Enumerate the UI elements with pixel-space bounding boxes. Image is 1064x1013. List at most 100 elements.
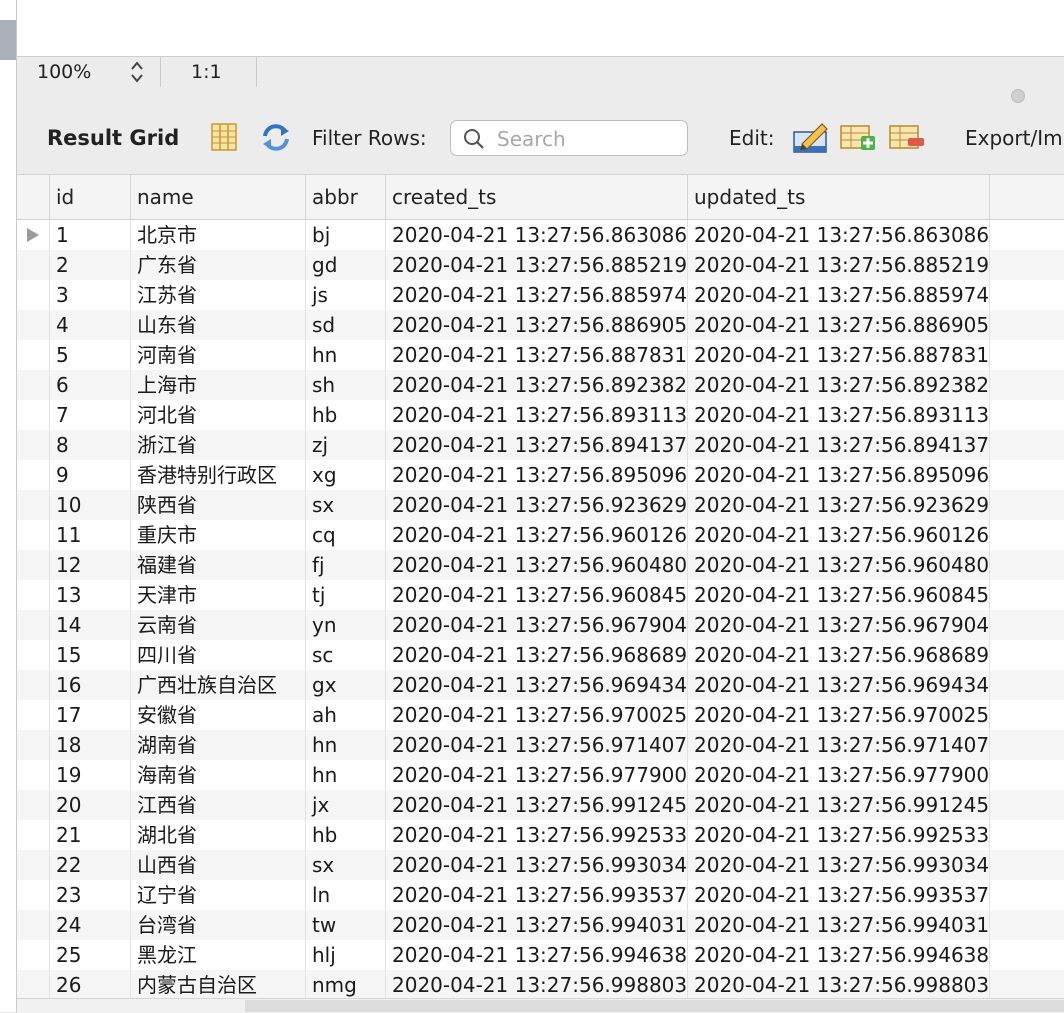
cell-updated-ts[interactable]: 2020-04-21 13:27:56.994638 [688,940,990,970]
cell-created-ts[interactable]: 2020-04-21 13:27:56.993034 [386,850,688,880]
scrollbar-thumb[interactable] [245,1000,1064,1012]
cell-created-ts[interactable]: 2020-04-21 13:27:56.969434 [386,670,688,700]
table-row[interactable]: 7 河北省 hb 2020-04-21 13:27:56.893113 2020-04-… [17,400,1064,430]
table-row[interactable]: 10 陕西省 sx 2020-04-21 13:27:56.923629 2020-04… [17,490,1064,520]
cell-created-ts[interactable]: 2020-04-21 13:27:56.960126 [386,520,688,550]
cell-updated-ts[interactable]: 2020-04-21 13:27:56.971407 [688,730,990,760]
row-marker[interactable] [17,700,50,730]
cell-id[interactable]: 23 [50,880,131,910]
cell-updated-ts[interactable]: 2020-04-21 13:27:56.967904 [688,610,990,640]
export-import-label[interactable]: Export/Im [965,126,1063,150]
form-view-icon[interactable] [209,122,239,156]
column-header-abbr[interactable]: abbr [306,175,386,219]
editor-area[interactable] [17,0,1064,57]
cell-name[interactable]: 台湾省 [131,910,306,940]
cell-updated-ts[interactable]: 2020-04-21 13:27:56.960480 [688,550,990,580]
table-row[interactable]: 18 湖南省 hn 2020-04-21 13:27:56.971407 2020-04… [17,730,1064,760]
cell-abbr[interactable]: yn [306,610,386,640]
cell-created-ts[interactable]: 2020-04-21 13:27:56.895096 [386,460,688,490]
cell-abbr[interactable]: sx [306,490,386,520]
cell-updated-ts[interactable]: 2020-04-21 13:27:56.960845 [688,580,990,610]
cell-created-ts[interactable]: 2020-04-21 13:27:56.971407 [386,730,688,760]
cell-updated-ts[interactable]: 2020-04-21 13:27:56.969434 [688,670,990,700]
cell-updated-ts[interactable]: 2020-04-21 13:27:56.923629 [688,490,990,520]
cell-abbr[interactable]: hlj [306,940,386,970]
table-row[interactable]: 19 海南省 hn 2020-04-21 13:27:56.977900 2020-04… [17,760,1064,790]
cell-name[interactable]: 北京市 [131,220,306,250]
table-row[interactable]: 1 北京市 bj 2020-04-21 13:27:56.863086 2020-04-… [17,220,1064,250]
table-row[interactable]: 25 黑龙江 hlj 2020-04-21 13:27:56.994638 2020-0… [17,940,1064,970]
row-marker[interactable] [17,580,50,610]
cell-updated-ts[interactable]: 2020-04-21 13:27:56.895096 [688,460,990,490]
cell-id[interactable]: 2 [50,250,131,280]
cell-abbr[interactable]: fj [306,550,386,580]
row-marker[interactable] [17,520,50,550]
cell-abbr[interactable]: tj [306,580,386,610]
cell-created-ts[interactable]: 2020-04-21 13:27:56.923629 [386,490,688,520]
cell-name[interactable]: 河南省 [131,340,306,370]
cell-created-ts[interactable]: 2020-04-21 13:27:56.968689 [386,640,688,670]
row-marker[interactable] [17,670,50,700]
cell-created-ts[interactable]: 2020-04-21 13:27:56.886905 [386,310,688,340]
cell-created-ts[interactable]: 2020-04-21 13:27:56.885974 [386,280,688,310]
cell-abbr[interactable]: xg [306,460,386,490]
cell-created-ts[interactable]: 2020-04-21 13:27:56.885219 [386,250,688,280]
zoom-ratio[interactable]: 1:1 [191,61,222,83]
table-row[interactable]: 11 重庆市 cq 2020-04-21 13:27:56.960126 2020-04… [17,520,1064,550]
cell-abbr[interactable]: tw [306,910,386,940]
cell-name[interactable]: 天津市 [131,580,306,610]
cell-id[interactable]: 9 [50,460,131,490]
table-row[interactable]: 21 湖北省 hb 2020-04-21 13:27:56.992533 2020-04… [17,820,1064,850]
cell-name[interactable]: 四川省 [131,640,306,670]
cell-abbr[interactable]: bj [306,220,386,250]
cell-updated-ts[interactable]: 2020-04-21 13:27:56.994031 [688,910,990,940]
cell-id[interactable]: 17 [50,700,131,730]
cell-updated-ts[interactable]: 2020-04-21 13:27:56.886905 [688,310,990,340]
cell-id[interactable]: 12 [50,550,131,580]
cell-id[interactable]: 1 [50,220,131,250]
cell-name[interactable]: 山东省 [131,310,306,340]
cell-name[interactable]: 广西壮族自治区 [131,670,306,700]
cell-created-ts[interactable]: 2020-04-21 13:27:56.970025 [386,700,688,730]
cell-name[interactable]: 香港特别行政区 [131,460,306,490]
cell-abbr[interactable]: sx [306,850,386,880]
cell-name[interactable]: 山西省 [131,850,306,880]
column-header-updated-ts[interactable]: updated_ts [688,175,990,219]
cell-name[interactable]: 湖北省 [131,820,306,850]
row-marker[interactable] [17,850,50,880]
table-row[interactable]: 20 江西省 jx 2020-04-21 13:27:56.991245 2020-04… [17,790,1064,820]
cell-created-ts[interactable]: 2020-04-21 13:27:56.967904 [386,610,688,640]
table-row[interactable]: 14 云南省 yn 2020-04-21 13:27:56.967904 2020-04… [17,610,1064,640]
row-marker[interactable] [17,970,50,999]
cell-name[interactable]: 广东省 [131,250,306,280]
zoom-stepper-icon[interactable] [129,59,145,85]
cell-updated-ts[interactable]: 2020-04-21 13:27:56.993034 [688,850,990,880]
column-header-created-ts[interactable]: created_ts [386,175,688,219]
cell-created-ts[interactable]: 2020-04-21 13:27:56.992533 [386,820,688,850]
row-marker[interactable] [17,820,50,850]
cell-created-ts[interactable]: 2020-04-21 13:27:56.998803 [386,970,688,999]
cell-abbr[interactable]: js [306,280,386,310]
cell-abbr[interactable]: hb [306,400,386,430]
row-marker[interactable] [17,790,50,820]
row-marker[interactable] [17,340,50,370]
cell-id[interactable]: 13 [50,580,131,610]
cell-updated-ts[interactable]: 2020-04-21 13:27:56.887831 [688,340,990,370]
cell-name[interactable]: 内蒙古自治区 [131,970,306,999]
cell-name[interactable]: 辽宁省 [131,880,306,910]
cell-updated-ts[interactable]: 2020-04-21 13:27:56.991245 [688,790,990,820]
cell-id[interactable]: 18 [50,730,131,760]
cell-name[interactable]: 重庆市 [131,520,306,550]
cell-abbr[interactable]: gx [306,670,386,700]
row-marker[interactable] [17,460,50,490]
cell-abbr[interactable]: sh [306,370,386,400]
cell-name[interactable]: 海南省 [131,760,306,790]
row-marker[interactable] [17,910,50,940]
table-row[interactable]: 8 浙江省 zj 2020-04-21 13:27:56.894137 2020-04-… [17,430,1064,460]
cell-created-ts[interactable]: 2020-04-21 13:27:56.994638 [386,940,688,970]
cell-id[interactable]: 8 [50,430,131,460]
cell-created-ts[interactable]: 2020-04-21 13:27:56.893113 [386,400,688,430]
table-row[interactable]: 5 河南省 hn 2020-04-21 13:27:56.887831 2020-04-… [17,340,1064,370]
table-row[interactable]: 16 广西壮族自治区 gx 2020-04-21 13:27:56.969434 202… [17,670,1064,700]
cell-updated-ts[interactable]: 2020-04-21 13:27:56.993537 [688,880,990,910]
